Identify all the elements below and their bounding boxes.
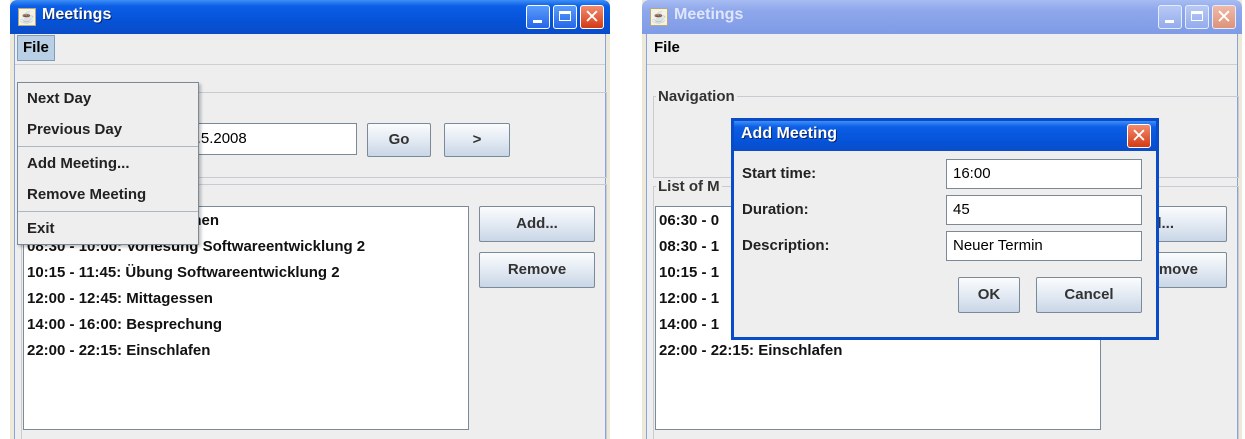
ok-button[interactable]: OK bbox=[958, 277, 1020, 313]
list-item[interactable]: 14:00 - 16:00: Besprechung bbox=[27, 316, 222, 333]
add-meeting-button[interactable]: Add... bbox=[479, 206, 595, 242]
meetings-window-left: ☕ Meetings ✕ File 15.5.2008 Go > chen 08… bbox=[10, 0, 610, 439]
maximize-icon bbox=[559, 11, 571, 21]
list-item[interactable]: 22:00 - 22:15: Einschlafen bbox=[27, 342, 210, 359]
minimize-button[interactable] bbox=[526, 5, 550, 29]
menu-bar: File bbox=[15, 34, 605, 65]
go-button[interactable]: Go bbox=[367, 123, 431, 157]
minimize-icon bbox=[1165, 20, 1174, 23]
close-icon: ✕ bbox=[1131, 125, 1147, 147]
meetings-window-right: ☕ Meetings ✕ File Navigation List of M 0… bbox=[642, 0, 1242, 439]
window-title: Meetings bbox=[42, 6, 112, 23]
list-item[interactable]: 14:00 - 1 bbox=[659, 316, 719, 333]
window-client-area: File 15.5.2008 Go > chen 08:30 - 10:00: … bbox=[14, 34, 607, 439]
menu-separator bbox=[18, 146, 198, 147]
minimize-button[interactable] bbox=[1158, 5, 1182, 29]
menu-item-remove-meeting[interactable]: Remove Meeting bbox=[18, 179, 198, 210]
maximize-icon bbox=[1191, 11, 1203, 21]
dialog-title: Add Meeting bbox=[741, 125, 837, 142]
menu-item-add-meeting[interactable]: Add Meeting... bbox=[18, 148, 198, 179]
title-bar[interactable]: ☕ Meetings ✕ bbox=[10, 0, 610, 34]
window-client-area: File Navigation List of M 06:30 - 0 08:3… bbox=[646, 34, 1239, 439]
list-item[interactable]: 08:30 - 1 bbox=[659, 238, 719, 255]
menu-item-previous-day[interactable]: Previous Day bbox=[18, 114, 198, 145]
dialog-close-button[interactable]: ✕ bbox=[1127, 124, 1151, 148]
description-label: Description: bbox=[742, 237, 830, 254]
dialog-title-bar[interactable]: Add Meeting ✕ bbox=[734, 121, 1156, 151]
list-item[interactable]: 10:15 - 11:45: Übung Softwareentwicklung… bbox=[27, 264, 340, 281]
description-input[interactable]: Neuer Termin bbox=[946, 231, 1142, 261]
list-item[interactable]: 22:00 - 22:15: Einschlafen bbox=[659, 342, 842, 359]
list-item[interactable]: 12:00 - 12:45: Mittagessen bbox=[27, 290, 213, 307]
java-app-icon: ☕ bbox=[18, 8, 36, 26]
cancel-button[interactable]: Cancel bbox=[1036, 277, 1142, 313]
maximize-button[interactable] bbox=[1185, 5, 1209, 29]
menu-bar: File bbox=[647, 34, 1237, 65]
file-menu-popup: Next Day Previous Day Add Meeting... Rem… bbox=[17, 82, 199, 245]
window-title: Meetings bbox=[674, 6, 744, 23]
close-button[interactable]: ✕ bbox=[580, 5, 604, 29]
file-menu[interactable]: File bbox=[649, 36, 685, 60]
minimize-icon bbox=[533, 20, 542, 23]
maximize-button[interactable] bbox=[553, 5, 577, 29]
meeting-list-legend: List of M bbox=[658, 178, 720, 195]
menu-separator bbox=[18, 211, 198, 212]
file-menu[interactable]: File bbox=[17, 35, 55, 61]
title-bar[interactable]: ☕ Meetings ✕ bbox=[642, 0, 1242, 34]
close-icon: ✕ bbox=[584, 6, 600, 28]
start-time-input[interactable]: 16:00 bbox=[946, 159, 1142, 189]
menu-item-next-day[interactable]: Next Day bbox=[18, 83, 198, 114]
remove-meeting-button[interactable]: Remove bbox=[479, 252, 595, 288]
list-item[interactable]: 10:15 - 1 bbox=[659, 264, 719, 281]
date-field[interactable]: 15.5.2008 bbox=[173, 123, 357, 155]
navigation-legend: Navigation bbox=[658, 88, 735, 105]
duration-input[interactable]: 45 bbox=[946, 195, 1142, 225]
close-icon: ✕ bbox=[1216, 6, 1232, 28]
next-day-button[interactable]: > bbox=[444, 123, 510, 157]
duration-label: Duration: bbox=[742, 201, 809, 218]
list-item[interactable]: 12:00 - 1 bbox=[659, 290, 719, 307]
menu-item-exit[interactable]: Exit bbox=[18, 213, 198, 244]
list-item[interactable]: 06:30 - 0 bbox=[659, 212, 719, 229]
add-meeting-dialog: Add Meeting ✕ Start time: 16:00 Duration… bbox=[731, 118, 1159, 340]
start-time-label: Start time: bbox=[742, 165, 817, 182]
java-app-icon: ☕ bbox=[650, 8, 668, 26]
close-button[interactable]: ✕ bbox=[1212, 5, 1236, 29]
